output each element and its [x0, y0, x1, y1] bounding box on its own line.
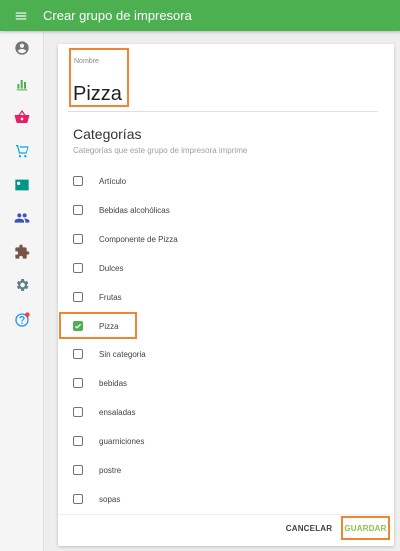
category-label: ensaladas	[99, 407, 136, 417]
sidebar-item-help[interactable]	[0, 306, 44, 334]
category-item[interactable]: Artículo	[73, 171, 126, 191]
category-label: sopas	[99, 494, 121, 504]
categories-subtitle: Categorías que este grupo de impresora i…	[73, 146, 248, 155]
category-item[interactable]: ensaladas	[73, 402, 135, 422]
category-label: Bebidas alcohólicas	[99, 205, 170, 215]
sidebar-item-sales[interactable]	[0, 103, 44, 131]
sidebar-item-purchases[interactable]	[0, 137, 44, 165]
category-checkbox[interactable]	[73, 349, 83, 359]
category-item[interactable]: postre	[73, 460, 121, 480]
save-button[interactable]: GUARDAR	[341, 516, 390, 540]
category-label: postre	[99, 465, 122, 475]
category-item[interactable]: Sin categoria	[73, 344, 146, 364]
category-label: bebidas	[99, 378, 128, 388]
category-checkbox[interactable]	[73, 378, 83, 388]
basket-icon	[14, 110, 30, 123]
actions-divider	[58, 514, 394, 515]
app-bar: Crear grupo de impresora	[0, 0, 400, 31]
cancel-button[interactable]: CANCELAR	[284, 516, 334, 540]
help-icon	[15, 312, 30, 327]
category-label: Frutas	[99, 292, 122, 302]
category-checkbox[interactable]	[73, 263, 83, 273]
sidebar-item-modules[interactable]	[0, 238, 44, 266]
sidebar-item-contacts[interactable]	[0, 171, 44, 199]
menu-button[interactable]	[0, 0, 42, 31]
category-label: Artículo	[99, 176, 127, 186]
category-item[interactable]: Bebidas alcohólicas	[73, 200, 170, 220]
sidebar-item-users[interactable]	[0, 204, 44, 232]
account-circle-icon	[15, 41, 29, 55]
category-item[interactable]: sopas	[73, 489, 120, 509]
sidebar	[0, 31, 44, 551]
category-checkbox[interactable]	[73, 407, 83, 417]
category-checkbox[interactable]	[73, 205, 83, 215]
contact-card-icon	[15, 179, 29, 191]
categories-title: Categorías	[73, 126, 142, 142]
name-underline	[68, 111, 378, 112]
category-label: Dulces	[99, 263, 124, 273]
sidebar-item-settings[interactable]	[0, 271, 44, 299]
page-title: Crear grupo de impresora	[43, 8, 192, 23]
bar-chart-icon	[16, 80, 28, 91]
gear-icon	[16, 279, 29, 291]
category-checkbox[interactable]	[73, 465, 83, 475]
category-item[interactable]: Dulces	[73, 258, 123, 278]
sidebar-item-reports[interactable]	[0, 70, 44, 98]
hamburger-menu-icon	[15, 12, 27, 19]
category-label: Sin categoria	[99, 349, 146, 359]
category-checkbox[interactable]	[73, 494, 83, 504]
printer-group-form: Nombre Pizza Categorías Categorías que e…	[58, 44, 394, 546]
category-checkbox[interactable]	[73, 176, 83, 186]
category-checkbox[interactable]	[73, 292, 83, 302]
people-icon	[14, 213, 30, 223]
pizza-highlight	[59, 312, 137, 339]
category-checkbox[interactable]	[73, 436, 83, 446]
category-label: guarniciones	[99, 436, 145, 446]
name-highlight	[69, 48, 129, 107]
category-checkbox[interactable]	[73, 234, 83, 244]
category-label: Componente de Pizza	[99, 234, 178, 244]
category-item[interactable]: Componente de Pizza	[73, 229, 178, 249]
sidebar-item-account[interactable]	[0, 34, 44, 62]
category-item[interactable]: Frutas	[73, 287, 122, 307]
puzzle-icon	[15, 244, 30, 259]
cart-icon	[16, 145, 29, 158]
category-item[interactable]: guarniciones	[73, 431, 144, 451]
notification-badge	[25, 312, 30, 317]
category-item[interactable]: bebidas	[73, 373, 127, 393]
